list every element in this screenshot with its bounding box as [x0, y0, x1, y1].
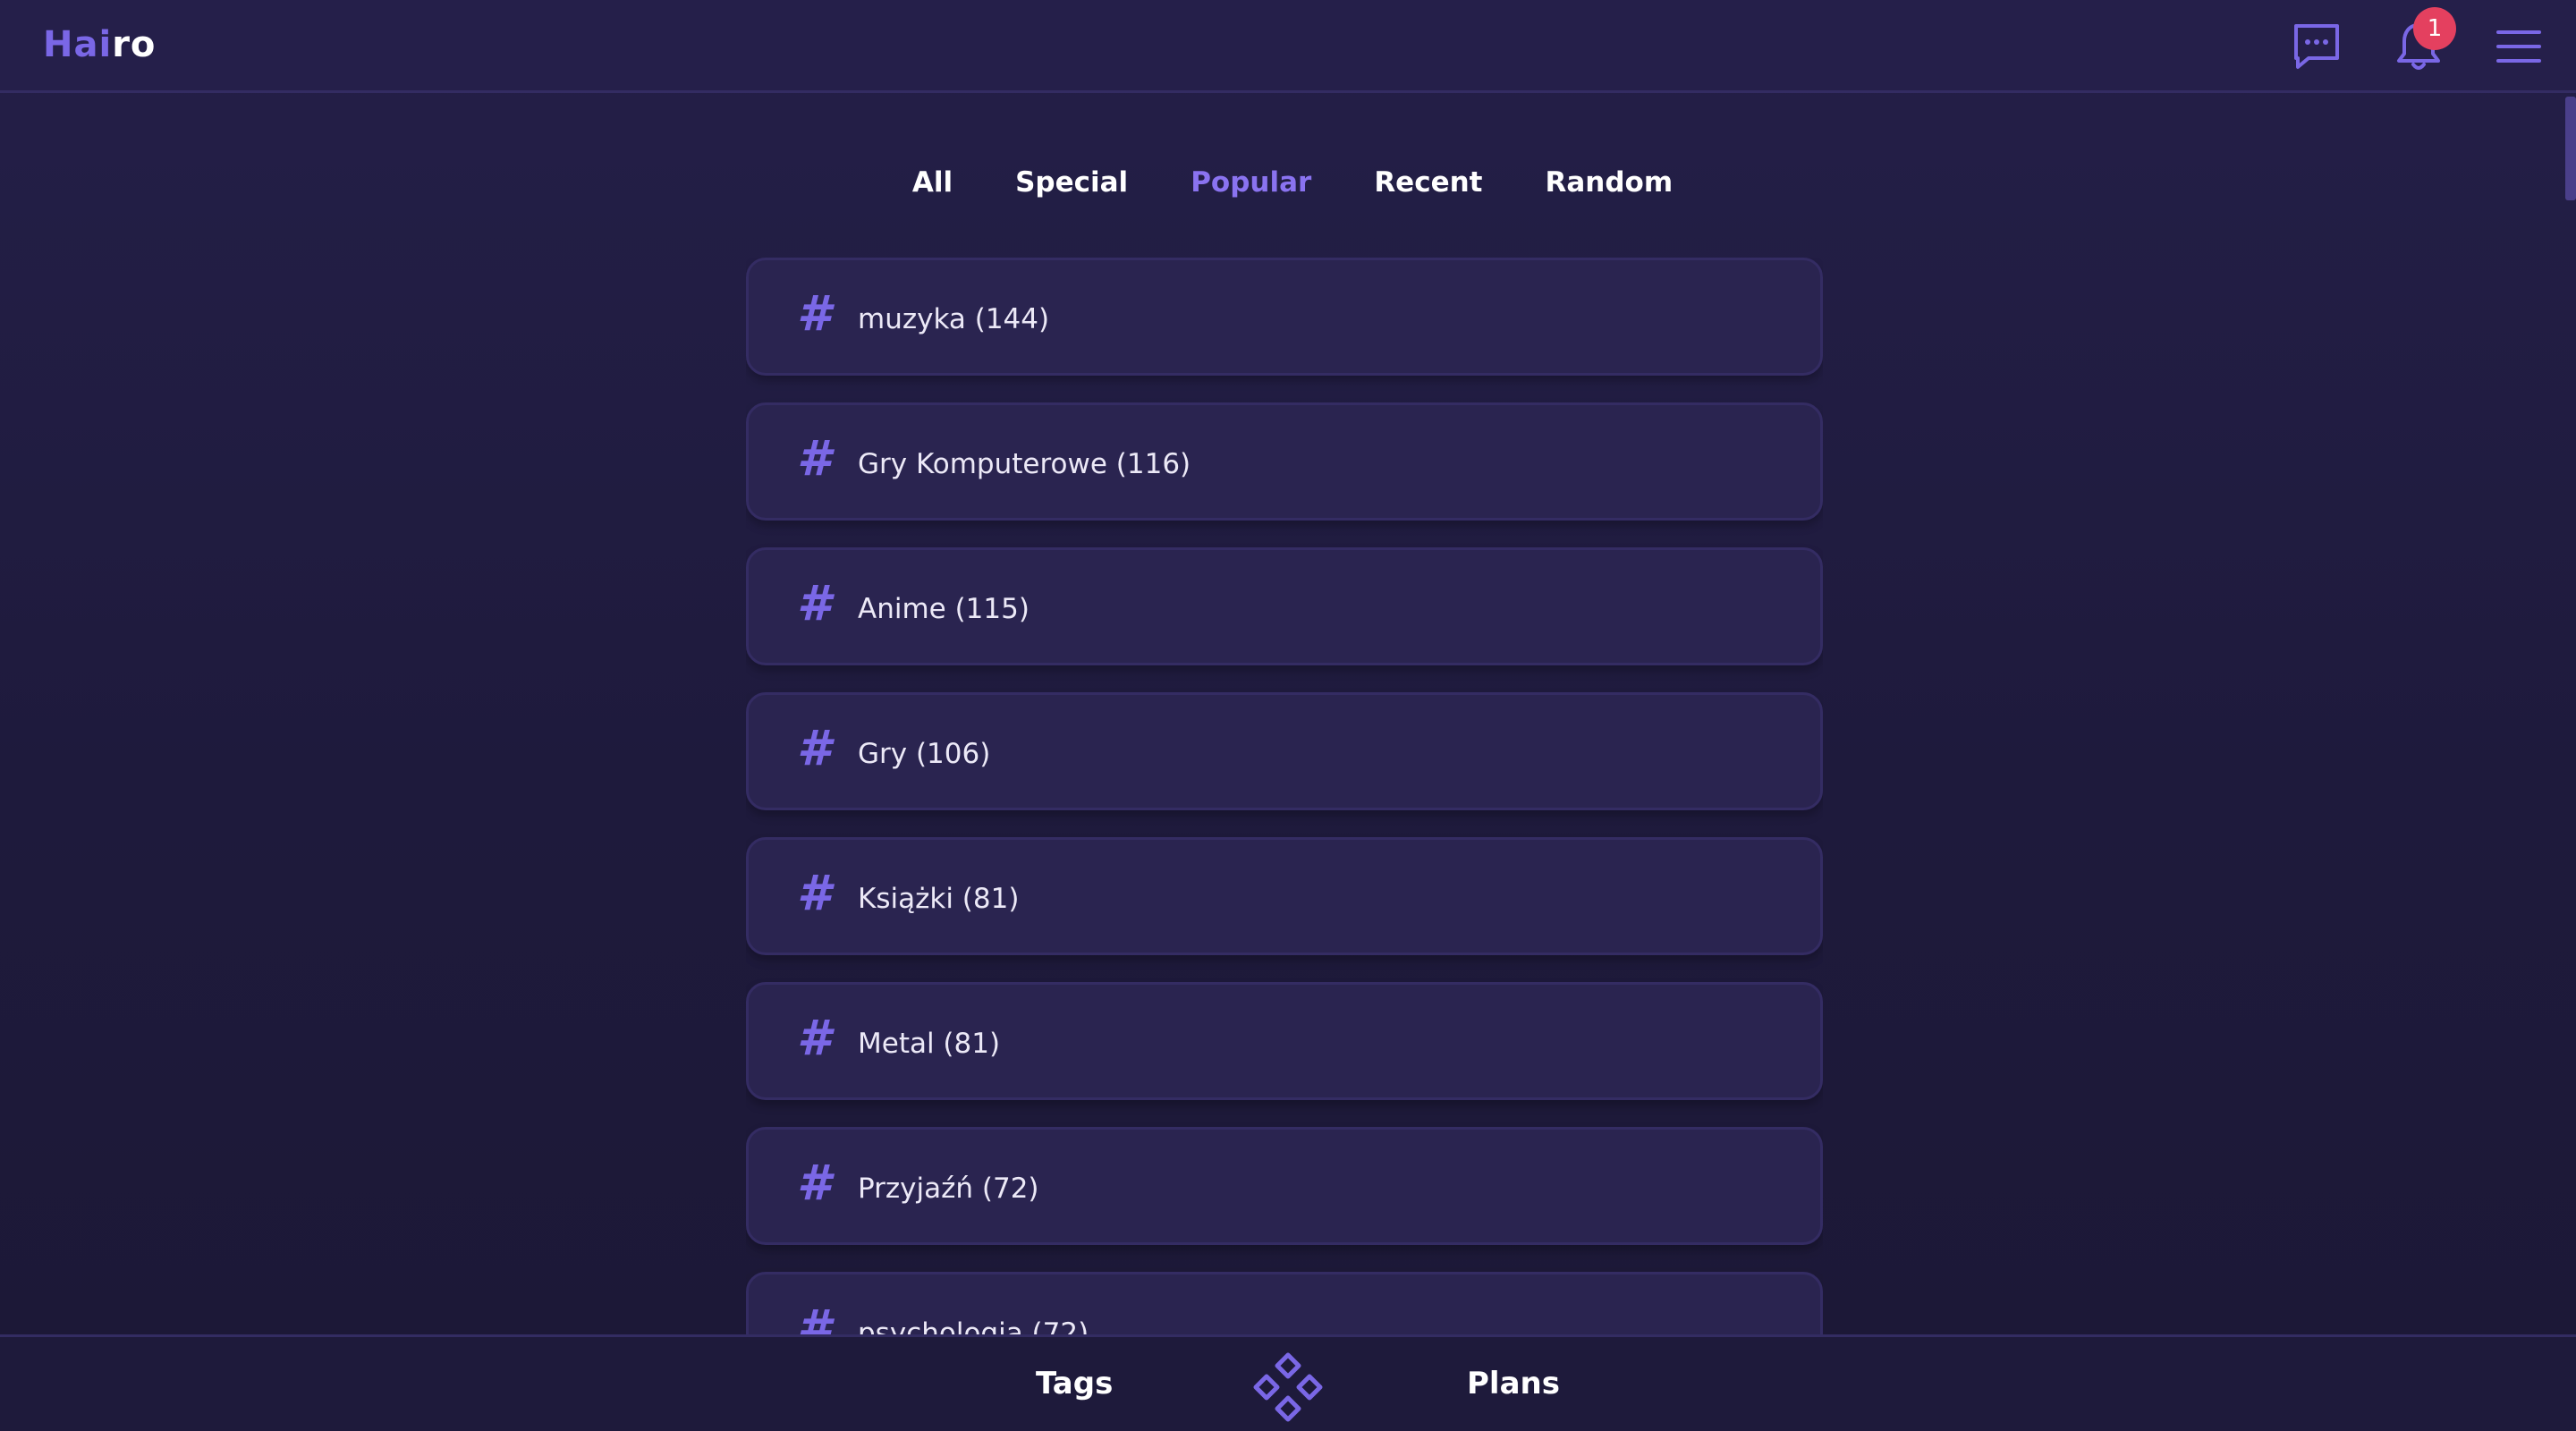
tab-all[interactable]: All [912, 159, 953, 206]
top-bar: Hairo 1 [0, 0, 2576, 93]
tag-card[interactable]: # Przyjaźń (72) [746, 1127, 1823, 1245]
messages-button[interactable] [2288, 18, 2345, 75]
logo-rest-text: ro [112, 24, 157, 65]
hashtag-icon: # [797, 285, 831, 342]
hashtag-icon: # [797, 575, 831, 631]
bottom-nav-bar: Tags Plans [0, 1334, 2576, 1431]
tab-popular[interactable]: Popular [1191, 159, 1311, 206]
app-logo[interactable]: Hairo [43, 21, 156, 68]
hashtag-icon: # [797, 720, 831, 776]
tag-card[interactable]: # Anime (115) [746, 547, 1823, 665]
logo-accent-text: Hai [43, 24, 113, 65]
tag-label: Anime (115) [858, 593, 1030, 625]
tag-label: Metal (81) [858, 1028, 1001, 1060]
tag-card[interactable]: # Metal (81) [746, 982, 1823, 1100]
menu-button[interactable] [2490, 18, 2547, 75]
hashtag-icon: # [797, 1155, 831, 1211]
tab-random[interactable]: Random [1546, 159, 1674, 206]
hashtag-icon: # [797, 1010, 831, 1066]
hashtag-icon: # [797, 430, 831, 487]
tab-special[interactable]: Special [1015, 159, 1128, 206]
tag-label: Przyjaźń (72) [858, 1173, 1039, 1205]
tab-recent[interactable]: Recent [1374, 159, 1482, 206]
tag-list: # muzyka (144) # Gry Komputerowe (116) #… [746, 258, 1823, 1334]
tag-card[interactable]: # muzyka (144) [746, 258, 1823, 376]
tag-filter-tabs: All Special Popular Recent Random [0, 159, 2576, 206]
chat-icon [2294, 24, 2339, 69]
tag-card[interactable]: # psychologia (72) [746, 1272, 1823, 1334]
nav-plans-link[interactable]: Plans [1467, 1360, 1560, 1407]
menu-icon [2496, 30, 2541, 63]
tag-label: Gry (106) [858, 738, 991, 770]
hashtag-icon: # [797, 865, 831, 921]
notification-badge: 1 [2413, 7, 2456, 50]
nav-tags-link[interactable]: Tags [1036, 1360, 1113, 1407]
hashtag-icon: # [797, 1300, 831, 1335]
tag-card[interactable]: # Książki (81) [746, 837, 1823, 955]
diamond-logo-icon [1253, 1352, 1323, 1422]
tag-label: Gry Komputerowe (116) [858, 448, 1191, 480]
tag-label: psychologia (72) [858, 1317, 1089, 1334]
tag-card[interactable]: # Gry Komputerowe (116) [746, 402, 1823, 521]
tag-label: muzyka (144) [858, 303, 1050, 335]
tag-label: Książki (81) [858, 883, 1020, 915]
tag-card[interactable]: # Gry (106) [746, 692, 1823, 810]
home-button[interactable] [1250, 1351, 1326, 1423]
